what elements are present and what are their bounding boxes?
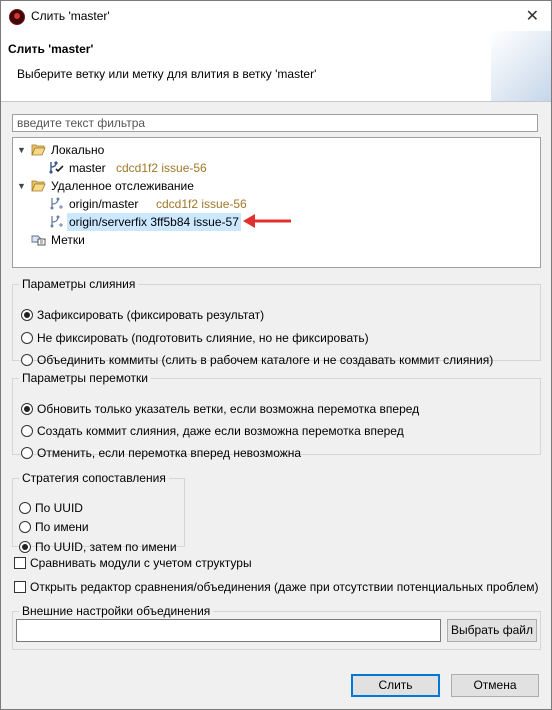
expanded-chevron-icon[interactable]: ▼: [17, 177, 27, 195]
expanded-chevron-icon[interactable]: ▼: [17, 141, 27, 159]
radio-label: По имени: [35, 520, 89, 534]
checkbox-label: Открыть редактор сравнения/объединения (…: [30, 580, 539, 594]
remote-branch-icon: [50, 215, 63, 228]
tree-node-master[interactable]: master cdcd1f2 issue-56: [49, 159, 349, 177]
checkbox[interactable]: [14, 581, 26, 593]
ff-options-legend: Параметры перемотки: [22, 371, 148, 385]
tree-label-remote-tracking: Удаленное отслеживание: [51, 179, 194, 193]
merge-options-group: Параметры слияния Зафиксировать (фиксиро…: [12, 277, 541, 367]
ff-options-group: Параметры перемотки Обновить только указ…: [12, 371, 541, 460]
tags-icon: [31, 235, 46, 246]
checked-out-branch-icon: [49, 161, 64, 174]
tree-node-local[interactable]: ▼ Локально: [17, 141, 317, 159]
tree-node-tags[interactable]: Метки: [31, 231, 231, 249]
radio-button[interactable]: [19, 502, 31, 514]
eclipse-app-icon: [9, 9, 25, 25]
close-icon[interactable]: ✕: [526, 6, 539, 26]
branch-meta-master: cdcd1f2 issue-56: [116, 161, 207, 175]
radio-button[interactable]: [19, 541, 31, 553]
strategy-legend: Стратегия сопоставления: [22, 471, 166, 485]
branch-meta-origin-master: cdcd1f2 issue-56: [156, 197, 247, 211]
header-banner-graphic: [491, 31, 551, 101]
checkbox[interactable]: [14, 557, 26, 569]
header-description: Выберите ветку или метку для влития в ве…: [17, 67, 317, 81]
ref-tree[interactable]: ▼ Локально master cdcd1f2 issue-56 ▼ Уда…: [12, 137, 541, 268]
radio-button[interactable]: [21, 447, 33, 459]
merge-button[interactable]: Слить: [351, 674, 440, 697]
header-title: Слить 'master': [8, 42, 94, 56]
open-folder-icon: [31, 180, 46, 192]
tree-node-remote-tracking[interactable]: ▼ Удаленное отслеживание: [17, 177, 317, 195]
tree-label-local: Локально: [51, 143, 105, 157]
merge-dialog: Слить 'master' ✕ Слить 'master' Выберите…: [0, 0, 552, 710]
browse-file-button[interactable]: Выбрать файл: [447, 619, 537, 642]
radio-label: Обновить только указатель ветки, если во…: [37, 402, 420, 416]
remote-branch-icon: [50, 197, 63, 210]
branch-name-master: master: [69, 161, 106, 175]
radio-button[interactable]: [21, 425, 33, 437]
radio-label: По UUID: [35, 501, 83, 515]
title-bar: Слить 'master' ✕: [1, 1, 551, 31]
external-merge-legend: Внешние настройки объединения: [22, 604, 211, 618]
branch-name-origin-master: origin/master: [69, 197, 139, 211]
radio-label: Отменить, если перемотка вперед невозмож…: [37, 446, 302, 460]
dialog-header: Слить 'master' Выберите ветку или метку …: [1, 31, 551, 102]
tree-label-tags: Метки: [51, 233, 85, 247]
strategy-group: Стратегия сопоставления По UUID По имени…: [12, 471, 185, 554]
tree-node-origin-serverfix[interactable]: origin/serverfix 3ff5b84 issue-57: [49, 213, 244, 231]
radio-button[interactable]: [21, 354, 33, 366]
radio-button[interactable]: [21, 403, 33, 415]
radio-label: Объединить коммиты (слить в рабочем ката…: [37, 353, 494, 367]
radio-label: Зафиксировать (фиксировать результат): [37, 308, 265, 322]
filter-input[interactable]: [12, 114, 538, 132]
branch-name-origin-serverfix: origin/serverfix 3ff5b84 issue-57: [67, 213, 241, 231]
tree-node-origin-master[interactable]: origin/master cdcd1f2 issue-56: [49, 195, 349, 213]
open-folder-icon: [31, 144, 46, 156]
external-merge-path-input[interactable]: [16, 619, 441, 642]
radio-button[interactable]: [21, 309, 33, 321]
radio-button[interactable]: [21, 332, 33, 344]
merge-options-legend: Параметры слияния: [22, 277, 136, 291]
annotation-arrow-icon: [243, 214, 291, 228]
radio-button[interactable]: [19, 521, 31, 533]
cancel-button[interactable]: Отмена: [451, 674, 539, 697]
radio-label: Создать коммит слияния, даже если возмож…: [37, 424, 404, 438]
radio-label: Не фиксировать (подготовить слияние, но …: [37, 331, 369, 345]
window-title: Слить 'master': [31, 9, 110, 23]
checkbox-label: Сравнивать модули с учетом структуры: [30, 556, 252, 570]
